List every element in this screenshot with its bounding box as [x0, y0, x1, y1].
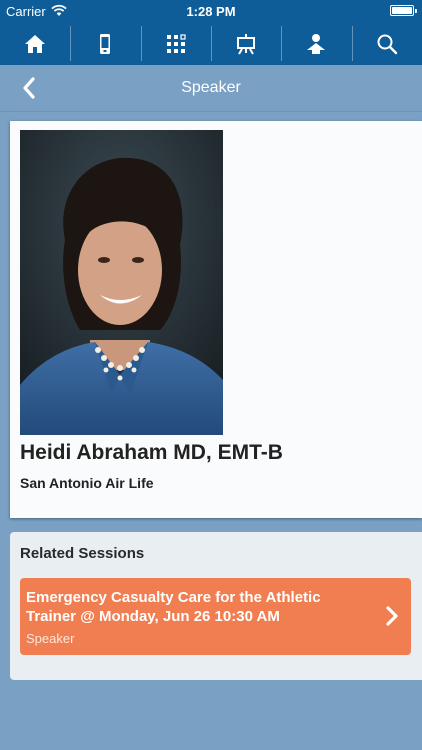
- nav-search[interactable]: [351, 22, 422, 65]
- grid-icon: [166, 33, 186, 53]
- nav-grid[interactable]: [140, 22, 211, 65]
- related-sessions-heading: Related Sessions: [20, 545, 145, 562]
- speaker-organization: San Antonio Air Life: [20, 475, 154, 491]
- battery-icon: [390, 5, 417, 16]
- nav-mobile[interactable]: [70, 22, 140, 65]
- speaker-name: Heidi Abraham MD, EMT-B: [20, 441, 283, 464]
- clock: 1:28 PM: [186, 4, 236, 19]
- session-list-item[interactable]: Emergency Casualty Care for the Athletic…: [20, 578, 411, 655]
- page-title: Speaker: [181, 79, 241, 96]
- chevron-right-icon: [386, 606, 398, 626]
- nav-home[interactable]: [0, 22, 70, 65]
- speaker-person-icon: [307, 33, 326, 54]
- main-navigation: [0, 22, 422, 65]
- top-bar: Carrier 1:28 PM: [0, 0, 422, 65]
- speaker-card: Heidi Abraham MD, EMT-B San Antonio Air …: [10, 121, 422, 518]
- presentation-board-icon: [237, 33, 256, 55]
- session-role: Speaker: [26, 631, 75, 646]
- nav-presentations[interactable]: [210, 22, 281, 65]
- speaker-photo: [20, 130, 223, 435]
- related-sessions-card: Related Sessions Emergency Casualty Care…: [10, 532, 422, 680]
- search-icon: [377, 34, 397, 54]
- session-title: Emergency Casualty Care for the Athletic…: [26, 589, 321, 625]
- home-icon: [25, 34, 46, 53]
- speaker-portrait-image: [20, 130, 223, 435]
- nav-speakers[interactable]: [281, 22, 351, 65]
- mobile-device-icon: [100, 33, 111, 54]
- status-bar: Carrier 1:28 PM: [0, 0, 422, 22]
- title-bar: Speaker: [0, 65, 422, 112]
